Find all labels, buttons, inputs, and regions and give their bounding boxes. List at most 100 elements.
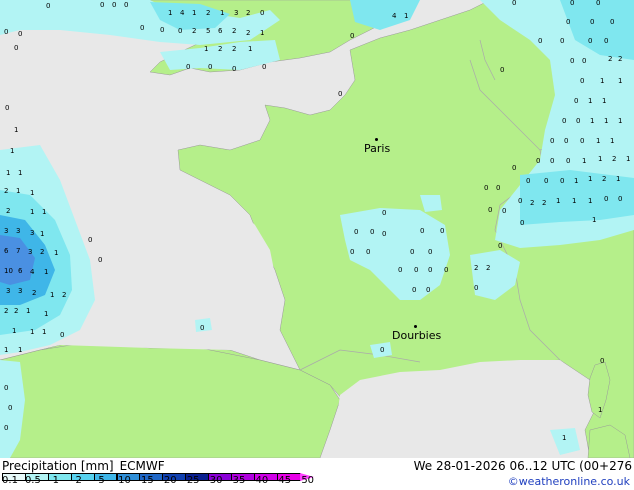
colorbar-cell [93, 473, 118, 481]
colorbar-tick-label: 0.1 [2, 475, 18, 486]
svg-text:2: 2 [608, 55, 612, 63]
svg-text:2: 2 [542, 199, 546, 207]
colorbar-tick-label: 0.5 [24, 475, 41, 486]
svg-text:2: 2 [4, 187, 8, 195]
svg-text:1: 1 [588, 175, 592, 183]
svg-text:2: 2 [530, 199, 534, 207]
svg-text:1: 1 [6, 169, 10, 177]
svg-text:1: 1 [590, 117, 594, 125]
svg-text:0: 0 [564, 137, 568, 145]
city-label-dourbies: Dourbies [392, 329, 442, 342]
legend-title: Precipitation [mm] ECMWF [2, 459, 171, 473]
svg-text:0: 0 [14, 44, 18, 52]
svg-text:0: 0 [4, 384, 8, 392]
svg-text:0: 0 [512, 0, 516, 7]
svg-text:1: 1 [588, 197, 592, 205]
svg-text:0: 0 [232, 65, 236, 73]
svg-text:1: 1 [598, 406, 602, 414]
svg-text:0: 0 [18, 30, 22, 38]
svg-text:1: 1 [18, 169, 22, 177]
svg-text:1: 1 [610, 137, 614, 145]
svg-text:0: 0 [500, 66, 504, 74]
svg-text:0: 0 [4, 28, 8, 36]
svg-text:2: 2 [612, 155, 616, 163]
svg-text:1: 1 [260, 29, 264, 37]
svg-text:2: 2 [6, 207, 10, 215]
colorbar-tick-label: 25 [186, 475, 200, 486]
svg-text:3: 3 [30, 229, 34, 237]
svg-text:0: 0 [488, 206, 492, 214]
svg-text:0: 0 [576, 117, 580, 125]
colorbar-tick-label: 20 [163, 475, 177, 486]
colorbar-tick-label: 35 [232, 475, 246, 486]
svg-text:1: 1 [204, 45, 208, 53]
svg-text:0: 0 [200, 324, 204, 332]
svg-text:2: 2 [232, 45, 236, 53]
svg-text:2: 2 [32, 289, 36, 297]
svg-text:0: 0 [562, 117, 566, 125]
city-label-paris: Paris [364, 142, 391, 155]
svg-text:2: 2 [246, 9, 250, 17]
svg-text:0: 0 [566, 157, 570, 165]
svg-text:2: 2 [206, 9, 210, 17]
svg-text:0: 0 [502, 207, 506, 215]
svg-text:0: 0 [412, 286, 416, 294]
svg-text:6: 6 [218, 27, 223, 35]
colorbar-tick-label: 2 [75, 475, 82, 486]
svg-text:0: 0 [544, 177, 548, 185]
svg-text:0: 0 [440, 227, 444, 235]
svg-text:1: 1 [616, 175, 620, 183]
svg-text:1: 1 [168, 9, 172, 17]
svg-text:0: 0 [124, 1, 128, 9]
legend-model: ECMWF [119, 459, 165, 473]
colorbar-cell [47, 473, 72, 481]
svg-text:3: 3 [234, 9, 238, 17]
svg-text:1: 1 [572, 197, 576, 205]
svg-text:0: 0 [538, 37, 542, 45]
svg-text:0: 0 [426, 286, 430, 294]
svg-text:0: 0 [420, 227, 424, 235]
svg-text:0: 0 [518, 197, 522, 205]
forecast-datetime: We 28-01-2026 06..12 UTC (00+276 [413, 459, 632, 473]
map-canvas: 0 0 0 0 1 1 1 1 2 1 1 2 1 1 3 3 3 1 6 7 … [0, 0, 634, 458]
svg-text:0: 0 [580, 137, 584, 145]
svg-text:0: 0 [60, 331, 64, 339]
svg-text:0: 0 [338, 90, 342, 98]
colorbar-tick-label: 5 [98, 475, 105, 486]
svg-text:3: 3 [16, 227, 20, 235]
svg-text:1: 1 [26, 307, 30, 315]
svg-text:0: 0 [370, 228, 374, 236]
svg-text:4: 4 [392, 12, 397, 20]
svg-text:0: 0 [474, 284, 478, 292]
credit-text: ©weatheronline.co.uk [507, 475, 630, 488]
svg-text:2: 2 [4, 307, 8, 315]
svg-text:0: 0 [350, 248, 354, 256]
svg-text:0: 0 [410, 248, 414, 256]
dourbies-marker [414, 325, 417, 328]
colorbar-tick-label: 10 [118, 475, 131, 486]
svg-text:1: 1 [604, 117, 608, 125]
svg-text:10: 10 [4, 267, 13, 275]
svg-text:0: 0 [520, 219, 524, 227]
svg-text:2: 2 [14, 307, 18, 315]
svg-text:0: 0 [498, 242, 502, 250]
svg-text:1: 1 [592, 216, 596, 224]
svg-text:1: 1 [30, 208, 34, 216]
svg-text:0: 0 [4, 424, 8, 432]
svg-text:0: 0 [560, 177, 564, 185]
colorbar-tick-label: 15 [141, 475, 154, 486]
svg-text:1: 1 [42, 328, 46, 336]
svg-text:0: 0 [444, 266, 448, 274]
svg-text:1: 1 [588, 97, 592, 105]
svg-text:0: 0 [382, 230, 386, 238]
colorbar-tick-label: 50 [301, 475, 315, 486]
colorbar-tick-label: 30 [209, 475, 223, 486]
paris-marker [375, 138, 378, 141]
svg-text:1: 1 [618, 117, 622, 125]
svg-text:0: 0 [350, 32, 354, 40]
svg-text:0: 0 [262, 63, 266, 71]
svg-text:1: 1 [574, 177, 578, 185]
legend-variable: Precipitation [mm] [2, 459, 114, 473]
svg-text:0: 0 [582, 57, 586, 65]
svg-text:0: 0 [604, 195, 608, 203]
